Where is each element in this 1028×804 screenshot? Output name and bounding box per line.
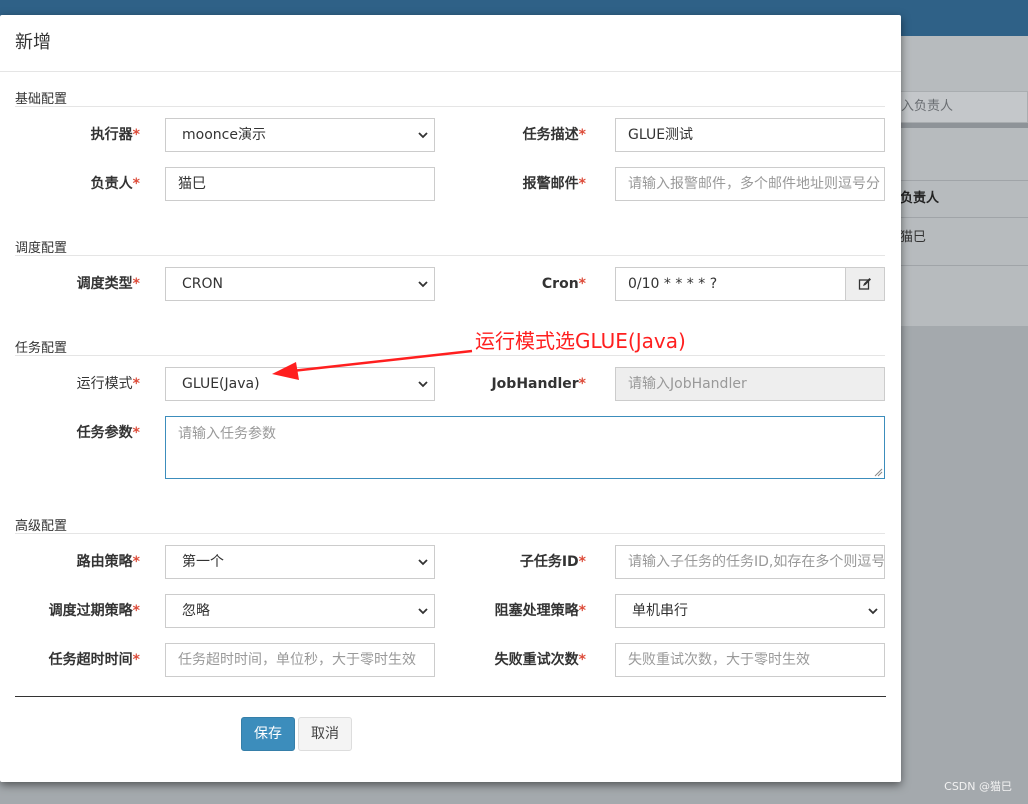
job-desc-label: 任务描述* — [522, 127, 586, 143]
fail-retry-label: 失败重试次数* — [494, 652, 586, 668]
author-input[interactable]: 猫巳 — [165, 167, 435, 201]
job-param-textarea[interactable]: 请输入任务参数 — [165, 416, 885, 479]
section-advanced-config: 高级配置 — [15, 515, 885, 534]
alarm-email-input[interactable]: 请输入报警邮件，多个邮件地址则逗号分 — [615, 167, 885, 201]
glue-type-select[interactable]: GLUE(Java) — [165, 367, 435, 401]
background-table-cell: 猫巳 — [888, 218, 1028, 266]
misfire-strategy-select[interactable]: 忽略 — [165, 594, 435, 628]
footer-divider — [15, 696, 886, 697]
job-desc-input[interactable]: GLUE测试 — [615, 118, 885, 152]
background-divider — [888, 123, 1028, 128]
chevron-down-icon — [418, 381, 428, 388]
watermark: CSDN @猫巳 — [944, 780, 1012, 793]
schedule-type-select[interactable]: CRON — [165, 267, 435, 301]
chevron-down-icon — [418, 559, 428, 566]
schedule-type-label: 调度类型* — [76, 276, 140, 292]
cancel-button[interactable]: 取消 — [298, 717, 352, 751]
modal-title: 新增 — [15, 32, 51, 53]
child-job-id-input[interactable]: 请输入子任务的任务ID,如存在多个则逗号 — [615, 545, 885, 579]
alarm-email-label: 报警邮件* — [522, 176, 586, 192]
background-search-input: 入负责人 — [888, 91, 1028, 123]
job-handler-label: JobHandler* — [491, 376, 586, 392]
block-strategy-label: 阻塞处理策略* — [494, 603, 586, 619]
author-label: 负责人* — [90, 176, 140, 192]
block-strategy-select[interactable]: 单机串行 — [615, 594, 885, 628]
edit-icon — [858, 278, 871, 290]
add-job-modal: 新增 基础配置 执行器* moonce演示 任务描述* GLUE测试 负责人* … — [0, 15, 901, 782]
cron-input[interactable]: 0/10 * * * * ? — [615, 267, 846, 301]
fail-retry-input[interactable]: 失败重试次数，大于零时生效 — [615, 643, 885, 677]
route-strategy-select[interactable]: 第一个 — [165, 545, 435, 579]
background-table-header: 负责人 — [888, 180, 1028, 218]
job-handler-input[interactable]: 请输入JobHandler — [615, 367, 885, 401]
job-param-label: 任务参数* — [76, 425, 140, 441]
route-strategy-label: 路由策略* — [76, 554, 140, 570]
chevron-down-icon — [868, 608, 878, 615]
executor-label: 执行器* — [90, 127, 140, 143]
annotation-text: 运行模式选GLUE(Java) — [475, 329, 686, 353]
save-button[interactable]: 保存 — [241, 717, 295, 751]
chevron-down-icon — [418, 608, 428, 615]
misfire-strategy-label: 调度过期策略* — [48, 603, 140, 619]
glue-type-label: 运行模式* — [76, 376, 140, 392]
executor-select[interactable]: moonce演示 — [165, 118, 435, 152]
timeout-input[interactable]: 任务超时时间，单位秒，大于零时生效 — [165, 643, 435, 677]
child-job-id-label: 子任务ID* — [519, 554, 586, 570]
section-task-config: 任务配置 — [15, 337, 885, 356]
cron-label: Cron* — [541, 276, 586, 292]
modal-header: 新增 — [0, 15, 901, 72]
section-schedule-config: 调度配置 — [15, 237, 885, 256]
section-basic-config: 基础配置 — [15, 88, 885, 107]
resize-handle-icon[interactable] — [874, 468, 883, 477]
chevron-down-icon — [418, 281, 428, 288]
cron-edit-button[interactable] — [845, 267, 885, 301]
chevron-down-icon — [418, 132, 428, 139]
timeout-label: 任务超时时间* — [48, 652, 140, 668]
